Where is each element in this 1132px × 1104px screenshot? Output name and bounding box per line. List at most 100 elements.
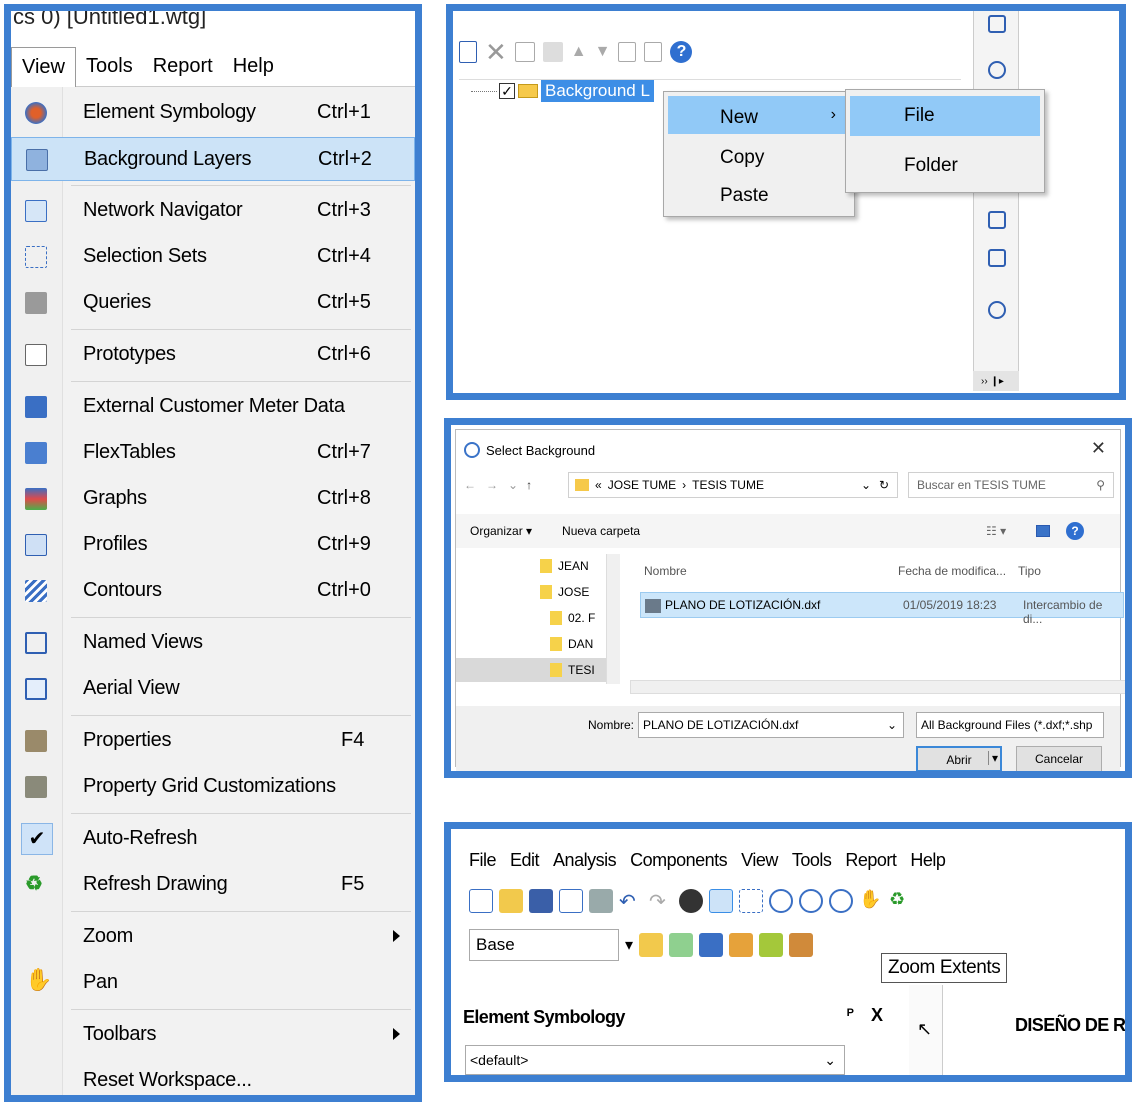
horizontal-scrollbar[interactable] — [630, 680, 1125, 694]
preview-pane-icon[interactable] — [1036, 525, 1050, 537]
menu-report[interactable]: Report — [845, 850, 897, 871]
menu-analysis[interactable]: Analysis — [553, 850, 617, 871]
new-file-icon[interactable] — [469, 889, 493, 913]
menu-item-reset-workspace[interactable]: Reset Workspace... — [11, 1059, 415, 1095]
menu-item-zoom[interactable]: Zoom — [11, 915, 415, 959]
tool-icon[interactable] — [988, 15, 1006, 33]
new-icon[interactable] — [459, 41, 477, 63]
zoom-out-icon[interactable] — [799, 889, 823, 913]
alternative-icon[interactable] — [759, 933, 784, 957]
redo-icon[interactable]: ↷ — [649, 889, 673, 913]
view-options-icon[interactable]: ☷ ▾ — [986, 524, 1006, 538]
menu-item-contours[interactable]: Contours Ctrl+0 — [11, 569, 415, 613]
menu-item-auto-refresh[interactable]: ✔ Auto-Refresh — [11, 817, 415, 861]
column-header-name[interactable]: Nombre — [644, 564, 687, 578]
menu-view[interactable]: View — [741, 850, 778, 871]
tool-icon[interactable] — [988, 211, 1006, 229]
export-icon[interactable] — [669, 933, 694, 957]
zoom-extents-icon[interactable] — [709, 889, 733, 913]
file-type-filter[interactable]: All Background Files (*.dxf;*.shp — [916, 712, 1104, 738]
open-folder-icon[interactable] — [499, 889, 523, 913]
address-bar[interactable]: « JOSE TUME › TESIS TUME ⌄ ↻ — [568, 472, 898, 498]
context-item-new[interactable]: New › — [668, 96, 850, 134]
menu-item-flextables[interactable]: FlexTables Ctrl+7 — [11, 431, 415, 475]
file-row[interactable]: PLANO DE LOTIZACIÓN.dxf 01/05/2019 18:23… — [640, 592, 1124, 626]
help-icon[interactable]: ? — [670, 41, 693, 63]
chevron-down-icon[interactable]: ⌄ — [887, 718, 897, 732]
chevron-down-icon[interactable]: ⌄ — [824, 1052, 836, 1069]
menu-item-queries[interactable]: Queries Ctrl+5 — [11, 281, 415, 325]
menu-tools[interactable]: Tools — [792, 850, 832, 871]
print-icon[interactable] — [589, 889, 613, 913]
folder-icon[interactable] — [639, 933, 664, 957]
menu-file[interactable]: File — [469, 850, 497, 871]
undo-icon[interactable]: ↶ — [619, 889, 643, 913]
document-tab[interactable]: DISEÑO DE RED — [971, 1005, 1125, 1049]
menu-item-profiles[interactable]: Profiles Ctrl+9 — [11, 523, 415, 567]
menu-item-pan[interactable]: ✋ Pan — [11, 961, 415, 1005]
table-icon[interactable] — [699, 933, 724, 957]
column-header-type[interactable]: Tipo — [1018, 564, 1041, 578]
rename-icon[interactable] — [514, 42, 535, 62]
menu-item-property-grid-customizations[interactable]: Property Grid Customizations — [11, 765, 415, 809]
context-item-paste[interactable]: Paste — [668, 174, 850, 212]
menu-components[interactable]: Components — [630, 850, 728, 871]
up-arrow-icon[interactable]: ↑ — [526, 478, 532, 492]
back-arrow-icon[interactable]: ← — [464, 478, 476, 492]
close-icon[interactable]: ✕ — [1091, 438, 1106, 459]
find-icon[interactable] — [679, 889, 703, 913]
plug-icon[interactable] — [988, 301, 1006, 319]
collapse-icon[interactable] — [644, 42, 663, 62]
toolbar-scroll[interactable]: ›› ❙▸ — [973, 371, 1019, 391]
delete-icon[interactable]: ✕ — [485, 37, 507, 68]
split-arrow-icon[interactable]: ▾ — [987, 751, 998, 765]
menu-item-background-layers[interactable]: Background Layers Ctrl+2 — [11, 137, 415, 181]
save-icon[interactable] — [529, 889, 553, 913]
menu-item-refresh-drawing[interactable]: ♻ Refresh Drawing F5 — [11, 863, 415, 907]
menu-edit[interactable]: Edit — [510, 850, 540, 871]
calc-options-icon[interactable] — [789, 933, 814, 957]
zoom-in-icon[interactable] — [769, 889, 793, 913]
breadcrumb-jose-tume[interactable]: JOSE TUME — [608, 478, 676, 492]
open-button[interactable]: Abrir ▾ — [916, 746, 1002, 771]
context-item-copy[interactable]: Copy — [668, 136, 850, 174]
column-header-date[interactable]: Fecha de modifica... — [898, 564, 1006, 578]
help-icon[interactable]: ? — [1066, 522, 1084, 540]
refresh-icon[interactable] — [988, 61, 1006, 79]
forward-arrow-icon[interactable]: → — [486, 478, 498, 492]
nav-item-jean[interactable]: JEAN — [540, 554, 589, 578]
menu-item-named-views[interactable]: Named Views — [11, 621, 415, 665]
select-arrow-icon[interactable]: ↖ — [917, 1019, 932, 1040]
zoom-previous-icon[interactable] — [829, 889, 853, 913]
edit-icon[interactable] — [542, 42, 563, 62]
zoom-window-icon[interactable] — [739, 889, 763, 913]
menu-item-network-navigator[interactable]: Network Navigator Ctrl+3 — [11, 189, 415, 233]
move-up-icon[interactable]: ▲ — [571, 43, 587, 61]
breadcrumb-overflow[interactable]: « — [595, 478, 602, 492]
nav-item-tesis[interactable]: TESI — [456, 658, 606, 682]
menu-help[interactable]: Help — [223, 47, 284, 87]
breadcrumb-tesis-tume[interactable]: TESIS TUME — [692, 478, 764, 492]
symbology-combo[interactable]: <default> ⌄ — [465, 1045, 845, 1075]
move-down-icon[interactable]: ▼ — [595, 43, 611, 61]
pin-icon[interactable]: ᴾ — [847, 1007, 854, 1025]
scenario-icon[interactable] — [729, 933, 754, 957]
menu-view[interactable]: View — [11, 47, 76, 87]
organize-button[interactable]: Organizar ▾ — [470, 524, 532, 538]
nav-item-jose[interactable]: JOSE — [540, 580, 589, 604]
tool-icon[interactable] — [988, 249, 1006, 267]
menu-item-prototypes[interactable]: Prototypes Ctrl+6 — [11, 333, 415, 377]
nav-item-02[interactable]: 02. F — [550, 606, 595, 630]
menu-item-toolbars[interactable]: Toolbars — [11, 1013, 415, 1057]
submenu-item-folder[interactable]: Folder — [850, 146, 1040, 186]
nav-scrollbar[interactable] — [606, 554, 620, 684]
menu-report[interactable]: Report — [143, 47, 223, 87]
chevron-down-icon[interactable]: ⌄ — [508, 478, 518, 492]
chevron-down-icon[interactable]: ▾ — [625, 935, 633, 955]
menu-tools[interactable]: Tools — [76, 47, 143, 87]
new-folder-button[interactable]: Nueva carpeta — [562, 524, 640, 538]
scenario-combo[interactable]: Base — [469, 929, 619, 961]
menu-item-properties[interactable]: Properties F4 — [11, 719, 415, 763]
search-input[interactable]: Buscar en TESIS TUME ⚲ — [908, 472, 1114, 498]
menu-item-selection-sets[interactable]: Selection Sets Ctrl+4 — [11, 235, 415, 279]
